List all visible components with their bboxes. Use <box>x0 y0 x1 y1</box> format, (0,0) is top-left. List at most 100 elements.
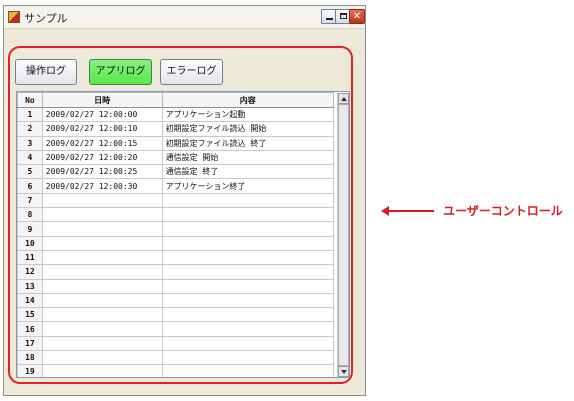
scroll-up-button[interactable] <box>338 93 349 104</box>
content-cell[interactable]: 通信設定 終了 <box>161 164 335 180</box>
content-cell[interactable] <box>161 235 335 251</box>
table-row[interactable]: 18 <box>17 350 335 366</box>
row-number: 14 <box>17 292 43 309</box>
content-cell[interactable] <box>161 335 335 352</box>
content-cell[interactable]: 初期設定ファイル読込 開始 <box>161 121 335 137</box>
datetime-cell[interactable]: 2009/02/27 12:00:20 <box>41 149 163 166</box>
user-control-annotation: ユーザーコントロール <box>443 204 563 218</box>
column-header-content[interactable]: 内容 <box>161 92 335 108</box>
datetime-cell[interactable] <box>41 221 163 237</box>
callout-arrow-line <box>388 210 434 212</box>
scroll-up-icon <box>340 97 347 101</box>
table-row[interactable]: 13 <box>17 278 335 294</box>
row-number: 4 <box>17 149 43 166</box>
content-cell[interactable] <box>161 321 335 337</box>
datetime-cell[interactable] <box>41 292 163 309</box>
row-number: 10 <box>17 235 43 251</box>
log-table: No 日時 内容 1 2009/02/27 12:00:00 アプリケーション起動 … <box>17 92 335 377</box>
datetime-cell[interactable] <box>41 207 163 223</box>
content-cell[interactable]: 通信設定 開始 <box>161 149 335 166</box>
row-number: 7 <box>17 192 43 209</box>
table-row[interactable]: 5 2009/02/27 12:00:25 通信設定 終了 <box>17 164 335 180</box>
table-header-row: No 日時 内容 <box>17 92 335 108</box>
content-cell[interactable] <box>161 221 335 237</box>
row-number: 8 <box>17 207 43 223</box>
row-number: 16 <box>17 321 43 337</box>
row-number: 6 <box>17 178 43 194</box>
table-row[interactable]: 10 <box>17 235 335 251</box>
content-cell[interactable] <box>161 192 335 209</box>
datetime-cell[interactable]: 2009/02/27 12:00:00 <box>41 106 163 123</box>
operation-log-button[interactable]: 操作ログ <box>15 59 77 85</box>
content-cell[interactable] <box>161 264 335 280</box>
datetime-cell[interactable] <box>41 335 163 352</box>
table-row[interactable]: 3 2009/02/27 12:00:15 初期設定ファイル読込 終了 <box>17 135 335 151</box>
datetime-cell[interactable] <box>41 249 163 266</box>
row-number: 12 <box>17 264 43 280</box>
datetime-cell[interactable] <box>41 350 163 366</box>
content-cell[interactable] <box>161 350 335 366</box>
content-cell[interactable] <box>161 364 335 377</box>
scroll-down-button[interactable] <box>338 366 349 377</box>
table-row[interactable]: 9 <box>17 221 335 237</box>
close-button[interactable]: ✕ <box>349 9 365 24</box>
row-number: 9 <box>17 221 43 237</box>
column-header-no[interactable]: No <box>17 92 43 108</box>
content-cell[interactable] <box>161 278 335 294</box>
table-row[interactable]: 12 <box>17 264 335 280</box>
row-number: 19 <box>17 364 43 377</box>
datetime-cell[interactable] <box>41 364 163 377</box>
content-cell[interactable]: アプリケーション終了 <box>161 178 335 194</box>
row-number: 1 <box>17 106 43 123</box>
log-grid[interactable]: No 日時 内容 1 2009/02/27 12:00:00 アプリケーション起動 … <box>16 91 350 378</box>
datetime-cell[interactable] <box>41 264 163 280</box>
column-header-datetime[interactable]: 日時 <box>41 92 163 108</box>
application-log-button[interactable]: アプリログ <box>89 59 152 85</box>
content-cell[interactable] <box>161 292 335 309</box>
window-title: サンプル <box>24 12 68 25</box>
table-row[interactable]: 16 <box>17 321 335 337</box>
row-number: 3 <box>17 135 43 151</box>
table-row[interactable]: 11 <box>17 249 335 266</box>
scroll-thumb[interactable] <box>338 104 349 366</box>
scroll-down-icon <box>340 370 347 374</box>
row-number: 17 <box>17 335 43 352</box>
table-row[interactable]: 2 2009/02/27 12:00:10 初期設定ファイル読込 開始 <box>17 121 335 137</box>
content-cell[interactable]: アプリケーション起動 <box>161 106 335 123</box>
content-cell[interactable] <box>161 207 335 223</box>
table-row[interactable]: 4 2009/02/27 12:00:20 通信設定 開始 <box>17 149 335 166</box>
datetime-cell[interactable] <box>41 192 163 209</box>
close-icon: ✕ <box>352 11 362 22</box>
title-bar[interactable]: サンプル ✕ <box>4 6 365 29</box>
table-row[interactable]: 1 2009/02/27 12:00:00 アプリケーション起動 <box>17 106 335 123</box>
row-number: 11 <box>17 249 43 266</box>
vertical-scrollbar[interactable] <box>337 93 349 377</box>
minimize-icon <box>325 18 333 20</box>
datetime-cell[interactable]: 2009/02/27 12:00:25 <box>41 164 163 180</box>
maximize-icon <box>339 13 347 19</box>
content-cell[interactable] <box>161 249 335 266</box>
table-row[interactable]: 8 <box>17 207 335 223</box>
content-cell[interactable] <box>161 307 335 323</box>
datetime-cell[interactable] <box>41 278 163 294</box>
datetime-cell[interactable] <box>41 307 163 323</box>
table-row[interactable]: 14 <box>17 292 335 309</box>
table-row[interactable]: 7 <box>17 192 335 209</box>
table-row[interactable]: 6 2009/02/27 12:00:30 アプリケーション終了 <box>17 178 335 194</box>
error-log-button[interactable]: エラーログ <box>160 59 223 85</box>
datetime-cell[interactable]: 2009/02/27 12:00:10 <box>41 121 163 137</box>
table-row[interactable]: 15 <box>17 307 335 323</box>
datetime-cell[interactable] <box>41 321 163 337</box>
row-number: 2 <box>17 121 43 137</box>
datetime-cell[interactable]: 2009/02/27 12:00:15 <box>41 135 163 151</box>
row-number: 18 <box>17 350 43 366</box>
table-row[interactable]: 19 <box>17 364 335 377</box>
datetime-cell[interactable] <box>41 235 163 251</box>
table-row[interactable]: 17 <box>17 335 335 352</box>
row-number: 5 <box>17 164 43 180</box>
application-icon <box>8 11 20 23</box>
row-number: 13 <box>17 278 43 294</box>
content-cell[interactable]: 初期設定ファイル読込 終了 <box>161 135 335 151</box>
datetime-cell[interactable]: 2009/02/27 12:00:30 <box>41 178 163 194</box>
row-number: 15 <box>17 307 43 323</box>
